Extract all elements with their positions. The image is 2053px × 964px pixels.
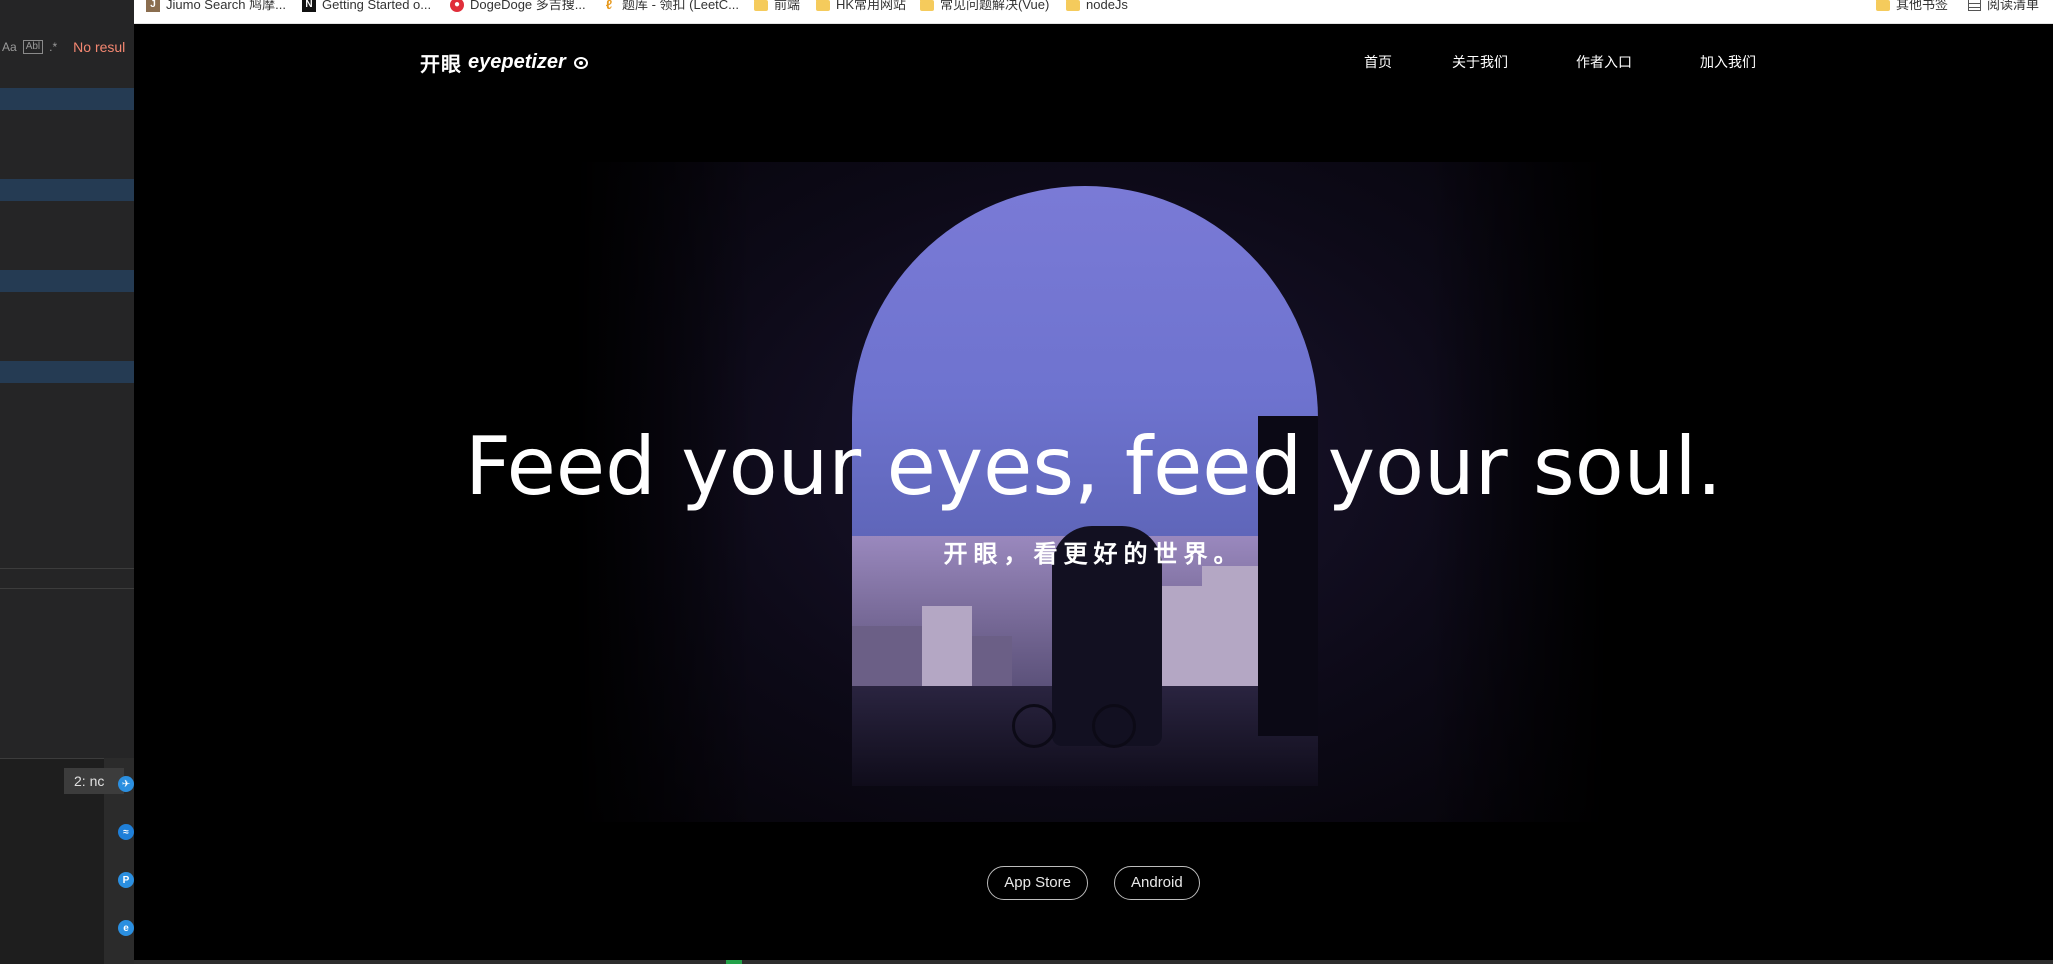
- bookmark-label: DogeDoge 多吉搜...: [470, 0, 586, 12]
- bookmark-leetcode[interactable]: ℓ 题库 - 领扣 (LeetC...: [602, 0, 739, 12]
- android-button[interactable]: Android: [1114, 866, 1200, 900]
- notion-icon: N: [302, 0, 316, 12]
- bike-wheel: [1012, 704, 1056, 748]
- bookmark-folder-vue[interactable]: 常见问题解决(Vue): [920, 0, 1049, 12]
- bookmark-notion[interactable]: N Getting Started o...: [302, 0, 431, 12]
- dogedoge-icon: ●: [450, 0, 464, 12]
- site-logo[interactable]: 开眼 eyepetizer: [420, 48, 588, 77]
- bookmark-jiumo[interactable]: J Jiumo Search 鸠摩...: [146, 0, 286, 12]
- bookmark-label: 常见问题解决(Vue): [940, 0, 1050, 12]
- taskbar-app-icon[interactable]: ≈: [118, 824, 134, 840]
- logo-cn: 开眼: [420, 54, 462, 76]
- search-result-row[interactable]: [0, 361, 134, 383]
- status-strip: [134, 960, 2053, 964]
- download-buttons: App Store Android: [134, 866, 2053, 900]
- nav-links: 首页 关于我们 作者入口 加入我们: [1364, 52, 1756, 72]
- reading-list-icon: [1968, 0, 1981, 11]
- site-nav: 开眼 eyepetizer 首页 关于我们 作者入口 加入我们: [134, 24, 2053, 96]
- nav-home[interactable]: 首页: [1364, 52, 1392, 72]
- reading-list[interactable]: 阅读清单: [1968, 0, 2039, 12]
- eyepetizer-page: 开眼 eyepetizer 首页 关于我们 作者入口 加入我们 Feed you…: [134, 24, 2053, 960]
- bookmark-label: nodeJs: [1086, 0, 1128, 12]
- folder-icon: [816, 0, 830, 11]
- bookmark-label: 其他书签: [1896, 0, 1949, 12]
- search-result-row[interactable]: [0, 179, 134, 201]
- hero-headline: Feed your eyes, feed your soul.: [464, 420, 1723, 513]
- logo-en: eyepetizer: [468, 51, 566, 73]
- folder-icon: [1876, 0, 1890, 11]
- taskbar-app-icon[interactable]: ✈: [118, 776, 134, 792]
- bookmark-folder-frontend[interactable]: 前端: [754, 0, 800, 12]
- bookmark-dogedoge[interactable]: ● DogeDoge 多吉搜...: [450, 0, 586, 12]
- bookmark-folder-nodejs[interactable]: nodeJs: [1066, 0, 1128, 12]
- taskbar-app-icon[interactable]: e: [118, 920, 134, 936]
- find-bar: Aa Abl .* No resul: [0, 34, 134, 60]
- bookmark-label: Getting Started o...: [322, 0, 432, 12]
- taskbar-app-icon[interactable]: P: [118, 872, 134, 888]
- bookmark-label: 阅读清单: [1987, 0, 2040, 12]
- status-accent: [726, 960, 742, 964]
- bookmark-other[interactable]: 其他书签: [1876, 0, 1948, 12]
- match-case-toggle[interactable]: Aa: [2, 40, 17, 54]
- nav-author[interactable]: 作者入口: [1576, 52, 1632, 72]
- bike-wheel: [1092, 704, 1136, 748]
- nav-join[interactable]: 加入我们: [1700, 52, 1756, 72]
- folder-icon: [1066, 0, 1080, 11]
- bookmark-label: Jiumo Search 鸠摩...: [166, 0, 286, 12]
- bookmark-label: 题库 - 领扣 (LeetC...: [622, 0, 740, 12]
- jiumo-icon: J: [146, 0, 160, 12]
- whole-word-toggle[interactable]: Abl: [22, 40, 44, 54]
- panel-divider: [0, 588, 134, 589]
- terminal-select[interactable]: 2: nc: [64, 768, 124, 794]
- bookmark-folder-hk[interactable]: HK常用网站: [816, 0, 906, 12]
- panel-divider: [0, 568, 134, 569]
- eye-icon: [573, 56, 588, 69]
- folder-icon: [754, 0, 768, 11]
- nav-about[interactable]: 关于我们: [1452, 52, 1508, 72]
- bookmarks-bar: J Jiumo Search 鸠摩... N Getting Started o…: [134, 0, 2053, 24]
- bookmark-label: 前端: [774, 0, 801, 12]
- no-results-label: No resul: [73, 39, 126, 55]
- leetcode-icon: ℓ: [602, 0, 616, 12]
- regex-toggle[interactable]: .*: [49, 40, 57, 54]
- search-result-row[interactable]: [0, 270, 134, 292]
- folder-icon: [920, 0, 934, 11]
- hero-subline: 开眼，看更好的世界。: [943, 541, 1244, 568]
- bookmark-label: HK常用网站: [836, 0, 907, 12]
- search-result-row[interactable]: [0, 88, 134, 110]
- app-store-button[interactable]: App Store: [987, 866, 1088, 900]
